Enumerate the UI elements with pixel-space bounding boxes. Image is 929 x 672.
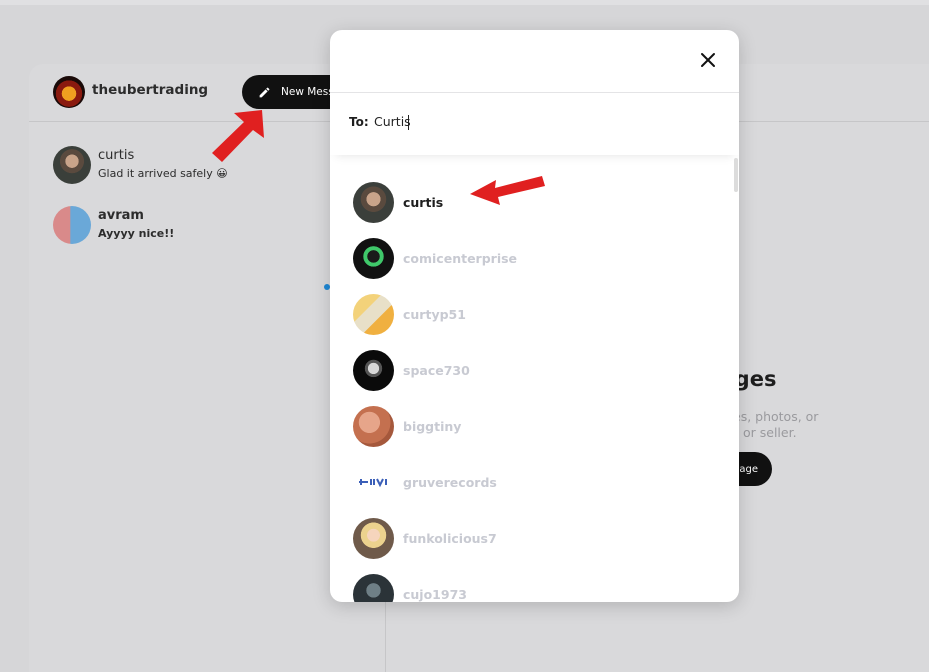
avatar (353, 518, 394, 559)
conversation-name: avram (98, 208, 144, 223)
result-name: biggtiny (403, 419, 462, 434)
result-name: comicenterprise (403, 251, 518, 266)
avatar (353, 238, 394, 279)
user-results-list: curtis comicenterprise curtyp51 space730… (330, 175, 739, 602)
result-name: curtyp51 (403, 307, 466, 322)
modal-header (330, 30, 739, 93)
result-name: gruverecords (403, 475, 497, 490)
avatar (353, 294, 394, 335)
avatar (353, 182, 394, 223)
conversation-name: curtis (98, 148, 135, 163)
pencil-icon (259, 87, 270, 97)
store-username: theubertrading (92, 82, 209, 98)
empty-state-text-line1: es, photos, or (733, 409, 819, 424)
text-caret (408, 115, 409, 130)
conversation-preview: Glad it arrived safely 😀 (98, 167, 228, 180)
close-icon[interactable] (698, 50, 718, 70)
result-item-gruverecords[interactable]: gruverecords (353, 462, 713, 504)
avatar (353, 406, 394, 447)
avatar (53, 206, 91, 244)
avatar (353, 462, 394, 503)
result-item-funkolicious7[interactable]: funkolicious7 (353, 518, 713, 560)
result-item-comicenterprise[interactable]: comicenterprise (353, 238, 713, 280)
red-arrow-icon (470, 176, 545, 205)
to-label: To: (349, 115, 369, 129)
empty-state-text-line2: or seller. (743, 425, 797, 440)
red-arrow-icon (212, 110, 264, 162)
recipient-search-input[interactable] (372, 108, 714, 134)
result-item-space730[interactable]: space730 (353, 350, 713, 392)
avatar (53, 146, 91, 184)
top-strip (0, 0, 929, 5)
result-name: funkolicious7 (403, 531, 497, 546)
conversation-item-avram[interactable]: avram Ayyyy nice!! (53, 206, 373, 250)
store-avatar[interactable] (53, 76, 85, 108)
result-item-curtyp51[interactable]: curtyp51 (353, 294, 713, 336)
avatar (353, 350, 394, 391)
result-item-biggtiny[interactable]: biggtiny (353, 406, 713, 448)
result-name: curtis (403, 195, 444, 210)
recipient-row: To: (330, 93, 739, 155)
gruve-logo-icon (357, 477, 390, 488)
new-message-label: New Mess (281, 86, 334, 98)
result-item-cujo1973[interactable]: cujo1973 (353, 574, 713, 602)
new-message-modal: To: curtis comicenterprise curtyp51 spac… (330, 30, 739, 602)
result-name: space730 (403, 363, 470, 378)
conversation-preview: Ayyyy nice!! (98, 227, 175, 240)
result-name: cujo1973 (403, 587, 467, 602)
avatar (353, 574, 394, 602)
